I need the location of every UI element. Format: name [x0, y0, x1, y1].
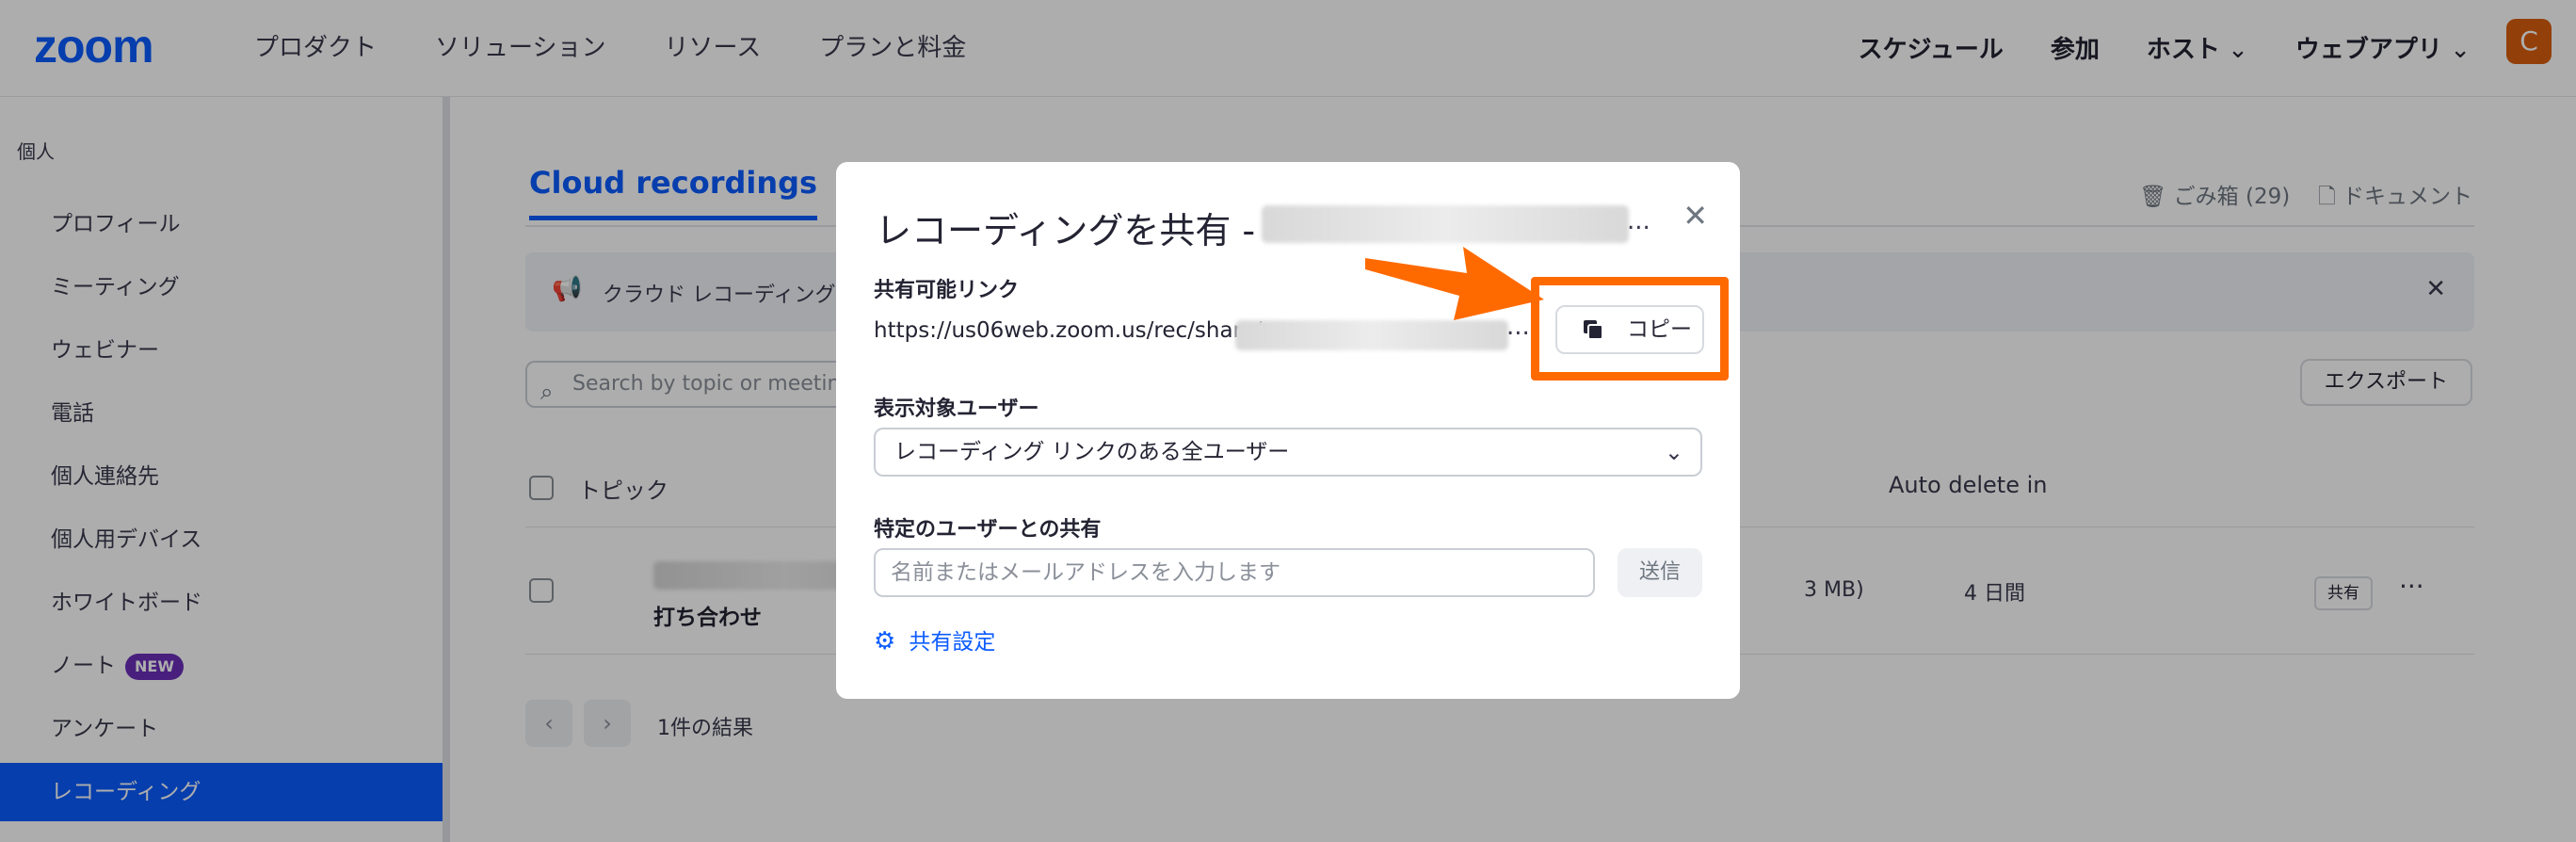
dialog-title: レコーディングを共有 -	[876, 210, 1256, 251]
share-settings-label: 共有設定	[909, 630, 996, 655]
redacted-title	[1262, 205, 1629, 243]
share-recording-dialog: レコーディングを共有 - ... ✕ 共有可能リンク https://us06w…	[836, 162, 1740, 699]
copy-button[interactable]: コピー	[1555, 305, 1704, 354]
specific-users-label: 特定のユーザーとの共有	[874, 518, 1102, 542]
gear-icon: ⚙	[874, 627, 896, 656]
title-ellipsis: ...	[1627, 207, 1650, 235]
arrow-annotation	[1365, 247, 1544, 320]
name-email-input[interactable]: 名前またはメールアドレスを入力します	[874, 548, 1595, 597]
share-link-text[interactable]: https://us06web.zoom.us/rec/share/	[874, 318, 1262, 343]
close-icon[interactable]: ✕	[1682, 198, 1708, 234]
share-settings-link[interactable]: ⚙ 共有設定	[874, 623, 995, 656]
redacted-link	[1235, 320, 1508, 350]
copy-icon	[1584, 320, 1603, 340]
send-button[interactable]: 送信	[1618, 548, 1702, 597]
audience-select[interactable]: レコーディング リンクのある全ユーザー ⌄	[874, 428, 1702, 477]
chevron-down-icon: ⌄	[1664, 439, 1683, 465]
shareable-link-label: 共有可能リンク	[874, 279, 1020, 302]
copy-label: コピー	[1627, 317, 1692, 342]
audience-value: レコーディング リンクのある全ユーザー	[894, 440, 1290, 464]
name-email-placeholder: 名前またはメールアドレスを入力します	[891, 560, 1280, 585]
audience-label: 表示対象ユーザー	[874, 397, 1039, 421]
